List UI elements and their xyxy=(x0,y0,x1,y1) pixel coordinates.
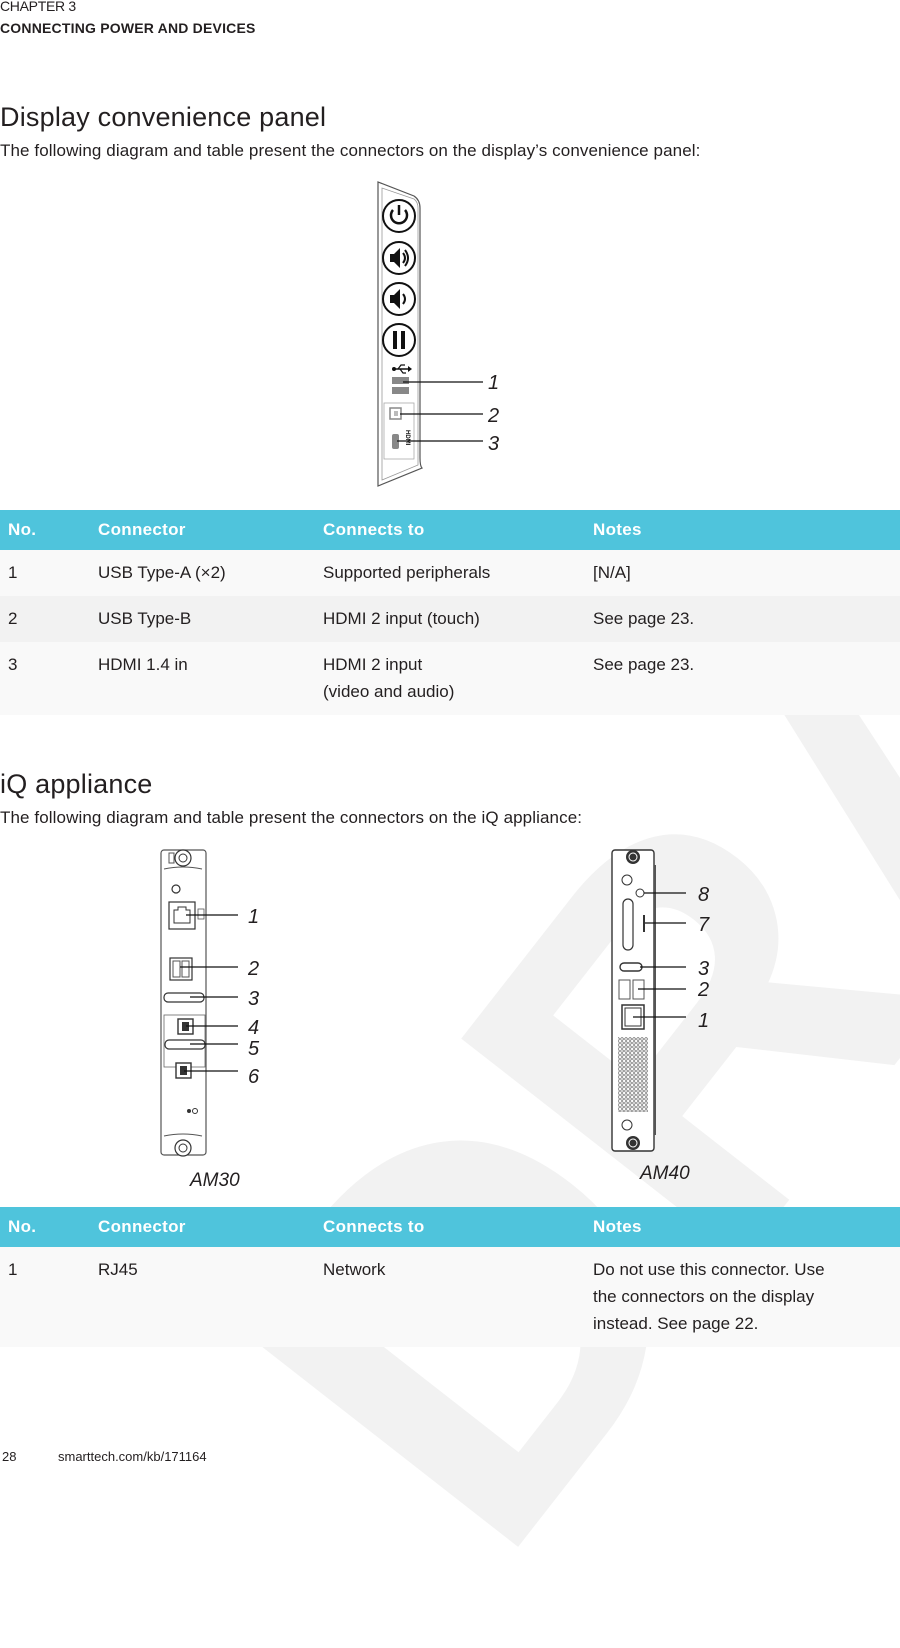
table-row: 1 RJ45 Network Do not use this connector… xyxy=(0,1247,900,1347)
callout-3: 3 xyxy=(248,988,259,1010)
screw-icon xyxy=(626,1136,640,1150)
cell-line: (video and audio) xyxy=(323,682,455,701)
cell-connector: USB Type-B xyxy=(90,596,315,642)
cell-line: HDMI 2 input xyxy=(323,655,423,674)
display-connectors-table: No. Connector Connects to Notes 1 USB Ty… xyxy=(0,510,900,715)
section-title-iq: iQ appliance xyxy=(0,769,153,799)
hdmi-port xyxy=(619,962,643,972)
callout-7: 7 xyxy=(698,914,710,936)
callout-3: 3 xyxy=(488,433,499,455)
screw-icon xyxy=(174,1139,192,1157)
chapter-title: CONNECTING POWER AND DEVICES xyxy=(0,20,256,36)
header-connector: Connector xyxy=(90,510,315,550)
am40-diagram: 8 7 3 2 1 AM40 xyxy=(611,849,710,1184)
sd-slot xyxy=(643,915,645,932)
callout-4: 4 xyxy=(248,1017,259,1039)
iq-connectors-table: No. Connector Connects to Notes 1 RJ45 N… xyxy=(0,1207,900,1347)
vent-grille xyxy=(618,1037,648,1112)
volume-down-icon xyxy=(382,282,416,316)
header-connects-to: Connects to xyxy=(315,510,585,550)
cell-line: Do not use this connector. Use xyxy=(593,1260,825,1279)
usb-a-port xyxy=(392,377,409,384)
header-connector: Connector xyxy=(90,1207,315,1247)
table-row: 1 USB Type-A (×2) Supported peripherals … xyxy=(0,550,900,596)
cell-notes: Do not use this connector. Use the conne… xyxy=(585,1247,900,1347)
cell-notes: See page 23. xyxy=(585,642,900,715)
cell-no: 2 xyxy=(0,596,90,642)
table-header-row: No. Connector Connects to Notes xyxy=(0,510,900,550)
header-notes: Notes xyxy=(585,1207,900,1247)
footer-link[interactable]: smarttech.com/kb/171164 xyxy=(58,1449,207,1464)
usb-icon xyxy=(392,364,412,374)
screw-icon xyxy=(174,849,192,867)
callout-6: 6 xyxy=(248,1066,260,1088)
callout-1: 1 xyxy=(488,372,499,394)
cell-connects-to: HDMI 2 input (touch) xyxy=(315,596,585,642)
cell-connector: USB Type-A (×2) xyxy=(90,550,315,596)
callout-8: 8 xyxy=(698,884,709,906)
section-intro-display: The following diagram and table present … xyxy=(0,141,701,160)
cell-connects-to: Supported peripherals xyxy=(315,550,585,596)
convenience-panel-diagram: HDMI 1 2 3 xyxy=(377,181,499,487)
callout-2: 2 xyxy=(487,405,499,427)
usb-a-port xyxy=(392,387,409,394)
volume-up-icon xyxy=(382,241,416,275)
callout-1: 1 xyxy=(248,906,259,928)
table-row: 3 HDMI 1.4 in HDMI 2 input (video and au… xyxy=(0,642,900,715)
cell-no: 3 xyxy=(0,642,90,715)
am30-diagram: 1 2 3 4 5 6 AM30 xyxy=(160,849,260,1191)
callout-2: 2 xyxy=(697,979,709,1001)
cell-line: instead. See page 22. xyxy=(593,1314,759,1333)
cell-connects-to: Network xyxy=(315,1247,585,1347)
screw-icon xyxy=(626,850,640,864)
header-notes: Notes xyxy=(585,510,900,550)
model-label-am40: AM40 xyxy=(639,1163,690,1184)
power-icon xyxy=(382,199,416,233)
chapter-label: CHAPTER 3 xyxy=(0,0,76,14)
callout-2: 2 xyxy=(247,958,259,980)
cell-connects-to: HDMI 2 input (video and audio) xyxy=(315,642,585,715)
section-title-display: Display convenience panel xyxy=(0,102,327,132)
page-number: 28 xyxy=(2,1449,17,1464)
header-no: No. xyxy=(0,1207,90,1247)
page: CHAPTER 3 CONNECTING POWER AND DEVICES D… xyxy=(0,0,900,1470)
callout-3: 3 xyxy=(698,958,709,980)
cell-notes: See page 23. xyxy=(585,596,900,642)
callout-1: 1 xyxy=(698,1010,709,1032)
pause-icon xyxy=(382,323,416,357)
callout-5: 5 xyxy=(248,1038,260,1060)
header-no: No. xyxy=(0,510,90,550)
model-label-am30: AM30 xyxy=(189,1170,240,1191)
table-header-row: No. Connector Connects to Notes xyxy=(0,1207,900,1247)
section-intro-iq: The following diagram and table present … xyxy=(0,808,583,827)
table-row: 2 USB Type-B HDMI 2 input (touch) See pa… xyxy=(0,596,900,642)
hdmi-label: HDMI xyxy=(404,430,410,446)
cell-connector: HDMI 1.4 in xyxy=(90,642,315,715)
cell-connector: RJ45 xyxy=(90,1247,315,1347)
cell-notes: [N/A] xyxy=(585,550,900,596)
usb-port xyxy=(618,979,631,1000)
cell-no: 1 xyxy=(0,550,90,596)
cell-line: the connectors on the display xyxy=(593,1287,815,1306)
header-connects-to: Connects to xyxy=(315,1207,585,1247)
cell-no: 1 xyxy=(0,1247,90,1347)
